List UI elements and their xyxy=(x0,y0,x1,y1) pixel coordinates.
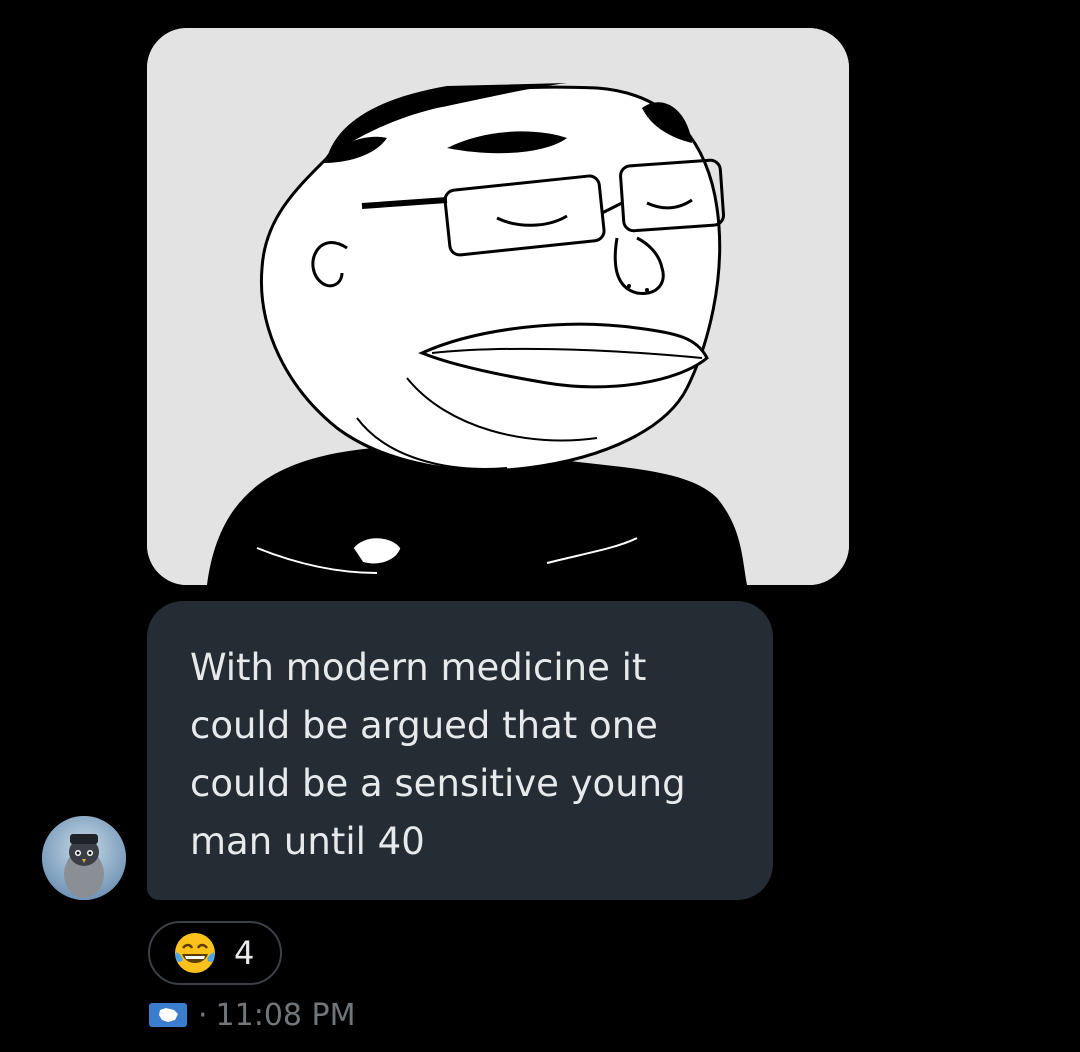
message-timestamp: 11:08 PM xyxy=(215,997,356,1033)
message-meta: · 11:08 PM xyxy=(148,995,356,1035)
image-message[interactable] xyxy=(147,28,849,585)
penguin-avatar-icon xyxy=(42,816,126,900)
message-text: With modern medicine it could be argued … xyxy=(190,646,686,863)
reaction-button[interactable]: 4 xyxy=(148,921,282,985)
sender-avatar[interactable] xyxy=(42,816,126,900)
message-bubble[interactable]: With modern medicine it could be argued … xyxy=(147,601,773,900)
reaction-count: 4 xyxy=(234,934,255,972)
antarctica-flag-icon xyxy=(149,1003,187,1027)
meta-separator: · xyxy=(198,997,208,1033)
tears-of-joy-emoji-icon xyxy=(175,933,215,973)
meme-drawing-image xyxy=(147,28,849,585)
